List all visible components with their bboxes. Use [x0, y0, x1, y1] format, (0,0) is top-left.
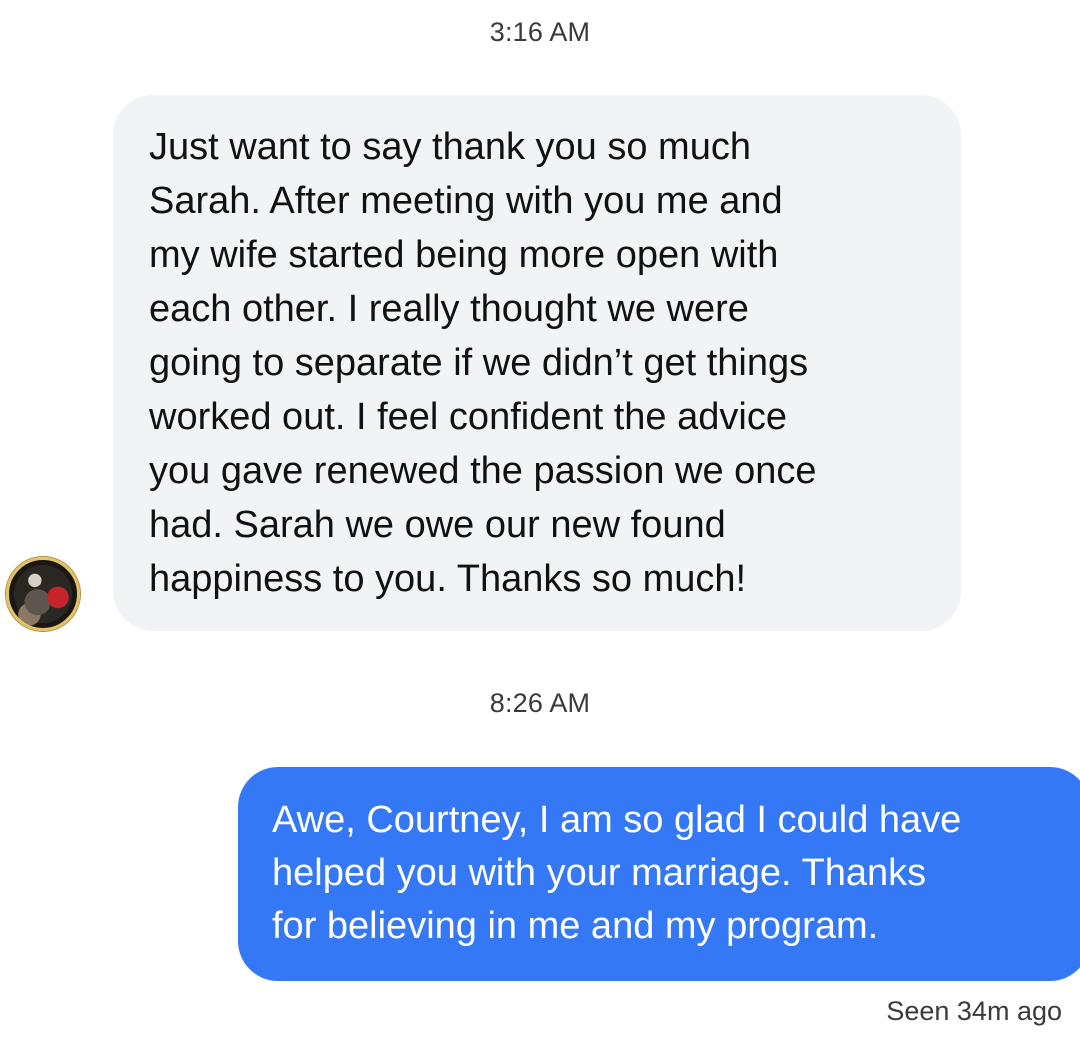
- timestamp-2: 8:26 AM: [489, 688, 591, 718]
- timestamp-1: 3:16 AM: [489, 17, 591, 47]
- outgoing-message-bubble[interactable]: Awe, Courtney, I am so glad I could have…: [238, 767, 1080, 981]
- incoming-message-bubble[interactable]: Just want to say thank you so much Sarah…: [113, 95, 961, 631]
- seen-status: Seen 34m ago: [886, 996, 1062, 1026]
- sender-avatar[interactable]: [6, 557, 80, 631]
